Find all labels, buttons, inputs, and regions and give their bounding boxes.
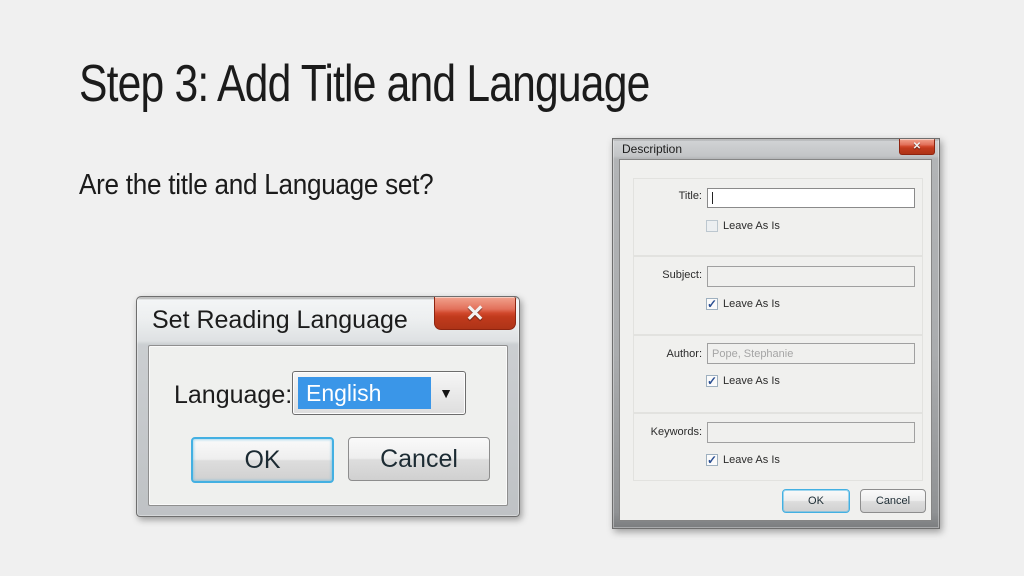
author-leave-as-is-checkbox[interactable] (706, 375, 718, 387)
leave-as-is-label: Leave As Is (723, 298, 780, 310)
page-title: Step 3: Add Title and Language (79, 56, 649, 113)
subject-leave-as-is-checkbox[interactable] (706, 298, 718, 310)
author-value: Pope, Stephanie (712, 348, 793, 360)
set-reading-language-dialog: Set Reading Language ✕ Language: English… (136, 296, 520, 517)
leave-as-is-label: Leave As Is (723, 375, 780, 387)
keywords-input[interactable] (707, 422, 915, 443)
chevron-down-icon: ▼ (431, 372, 461, 414)
language-label: Language: (174, 381, 292, 410)
author-leave-as-is-row: Leave As Is (706, 375, 780, 387)
subject-leave-as-is-row: Leave As Is (706, 298, 780, 310)
language-ok-button[interactable]: OK (191, 437, 334, 483)
keywords-field-label: Keywords: (630, 426, 702, 438)
keywords-leave-as-is-checkbox[interactable] (706, 454, 718, 466)
close-icon: ✕ (913, 142, 921, 152)
title-field-label: Title: (630, 190, 702, 202)
slide: Step 3: Add Title and Language Are the t… (0, 0, 1024, 576)
description-dialog-title[interactable]: Description (622, 142, 682, 156)
description-dialog: Description ✕ Title: Leave As Is Subject… (612, 138, 940, 529)
text-caret (712, 192, 713, 204)
language-cancel-button[interactable]: Cancel (348, 437, 490, 481)
description-cancel-button[interactable]: Cancel (860, 489, 926, 513)
language-dialog-close-button[interactable]: ✕ (434, 297, 516, 330)
question-text: Are the title and Language set? (79, 170, 433, 202)
language-combobox[interactable]: English ▼ (292, 371, 466, 415)
subject-field-label: Subject: (630, 269, 702, 281)
author-input[interactable]: Pope, Stephanie (707, 343, 915, 364)
author-field-label: Author: (630, 348, 702, 360)
description-ok-button[interactable]: OK (782, 489, 850, 513)
language-dialog-title[interactable]: Set Reading Language (152, 306, 408, 335)
title-input[interactable] (707, 188, 915, 208)
subject-input[interactable] (707, 266, 915, 287)
close-icon: ✕ (465, 302, 484, 325)
keywords-leave-as-is-row: Leave As Is (706, 454, 780, 466)
combobox-selected-value: English (298, 377, 431, 409)
leave-as-is-label: Leave As Is (723, 454, 780, 466)
title-leave-as-is-checkbox[interactable] (706, 220, 718, 232)
title-leave-as-is-row: Leave As Is (706, 220, 780, 232)
leave-as-is-label: Leave As Is (723, 220, 780, 232)
description-dialog-body: Title: Leave As Is Subject: Leave As Is … (619, 159, 932, 521)
description-dialog-close-button[interactable]: ✕ (899, 139, 935, 155)
